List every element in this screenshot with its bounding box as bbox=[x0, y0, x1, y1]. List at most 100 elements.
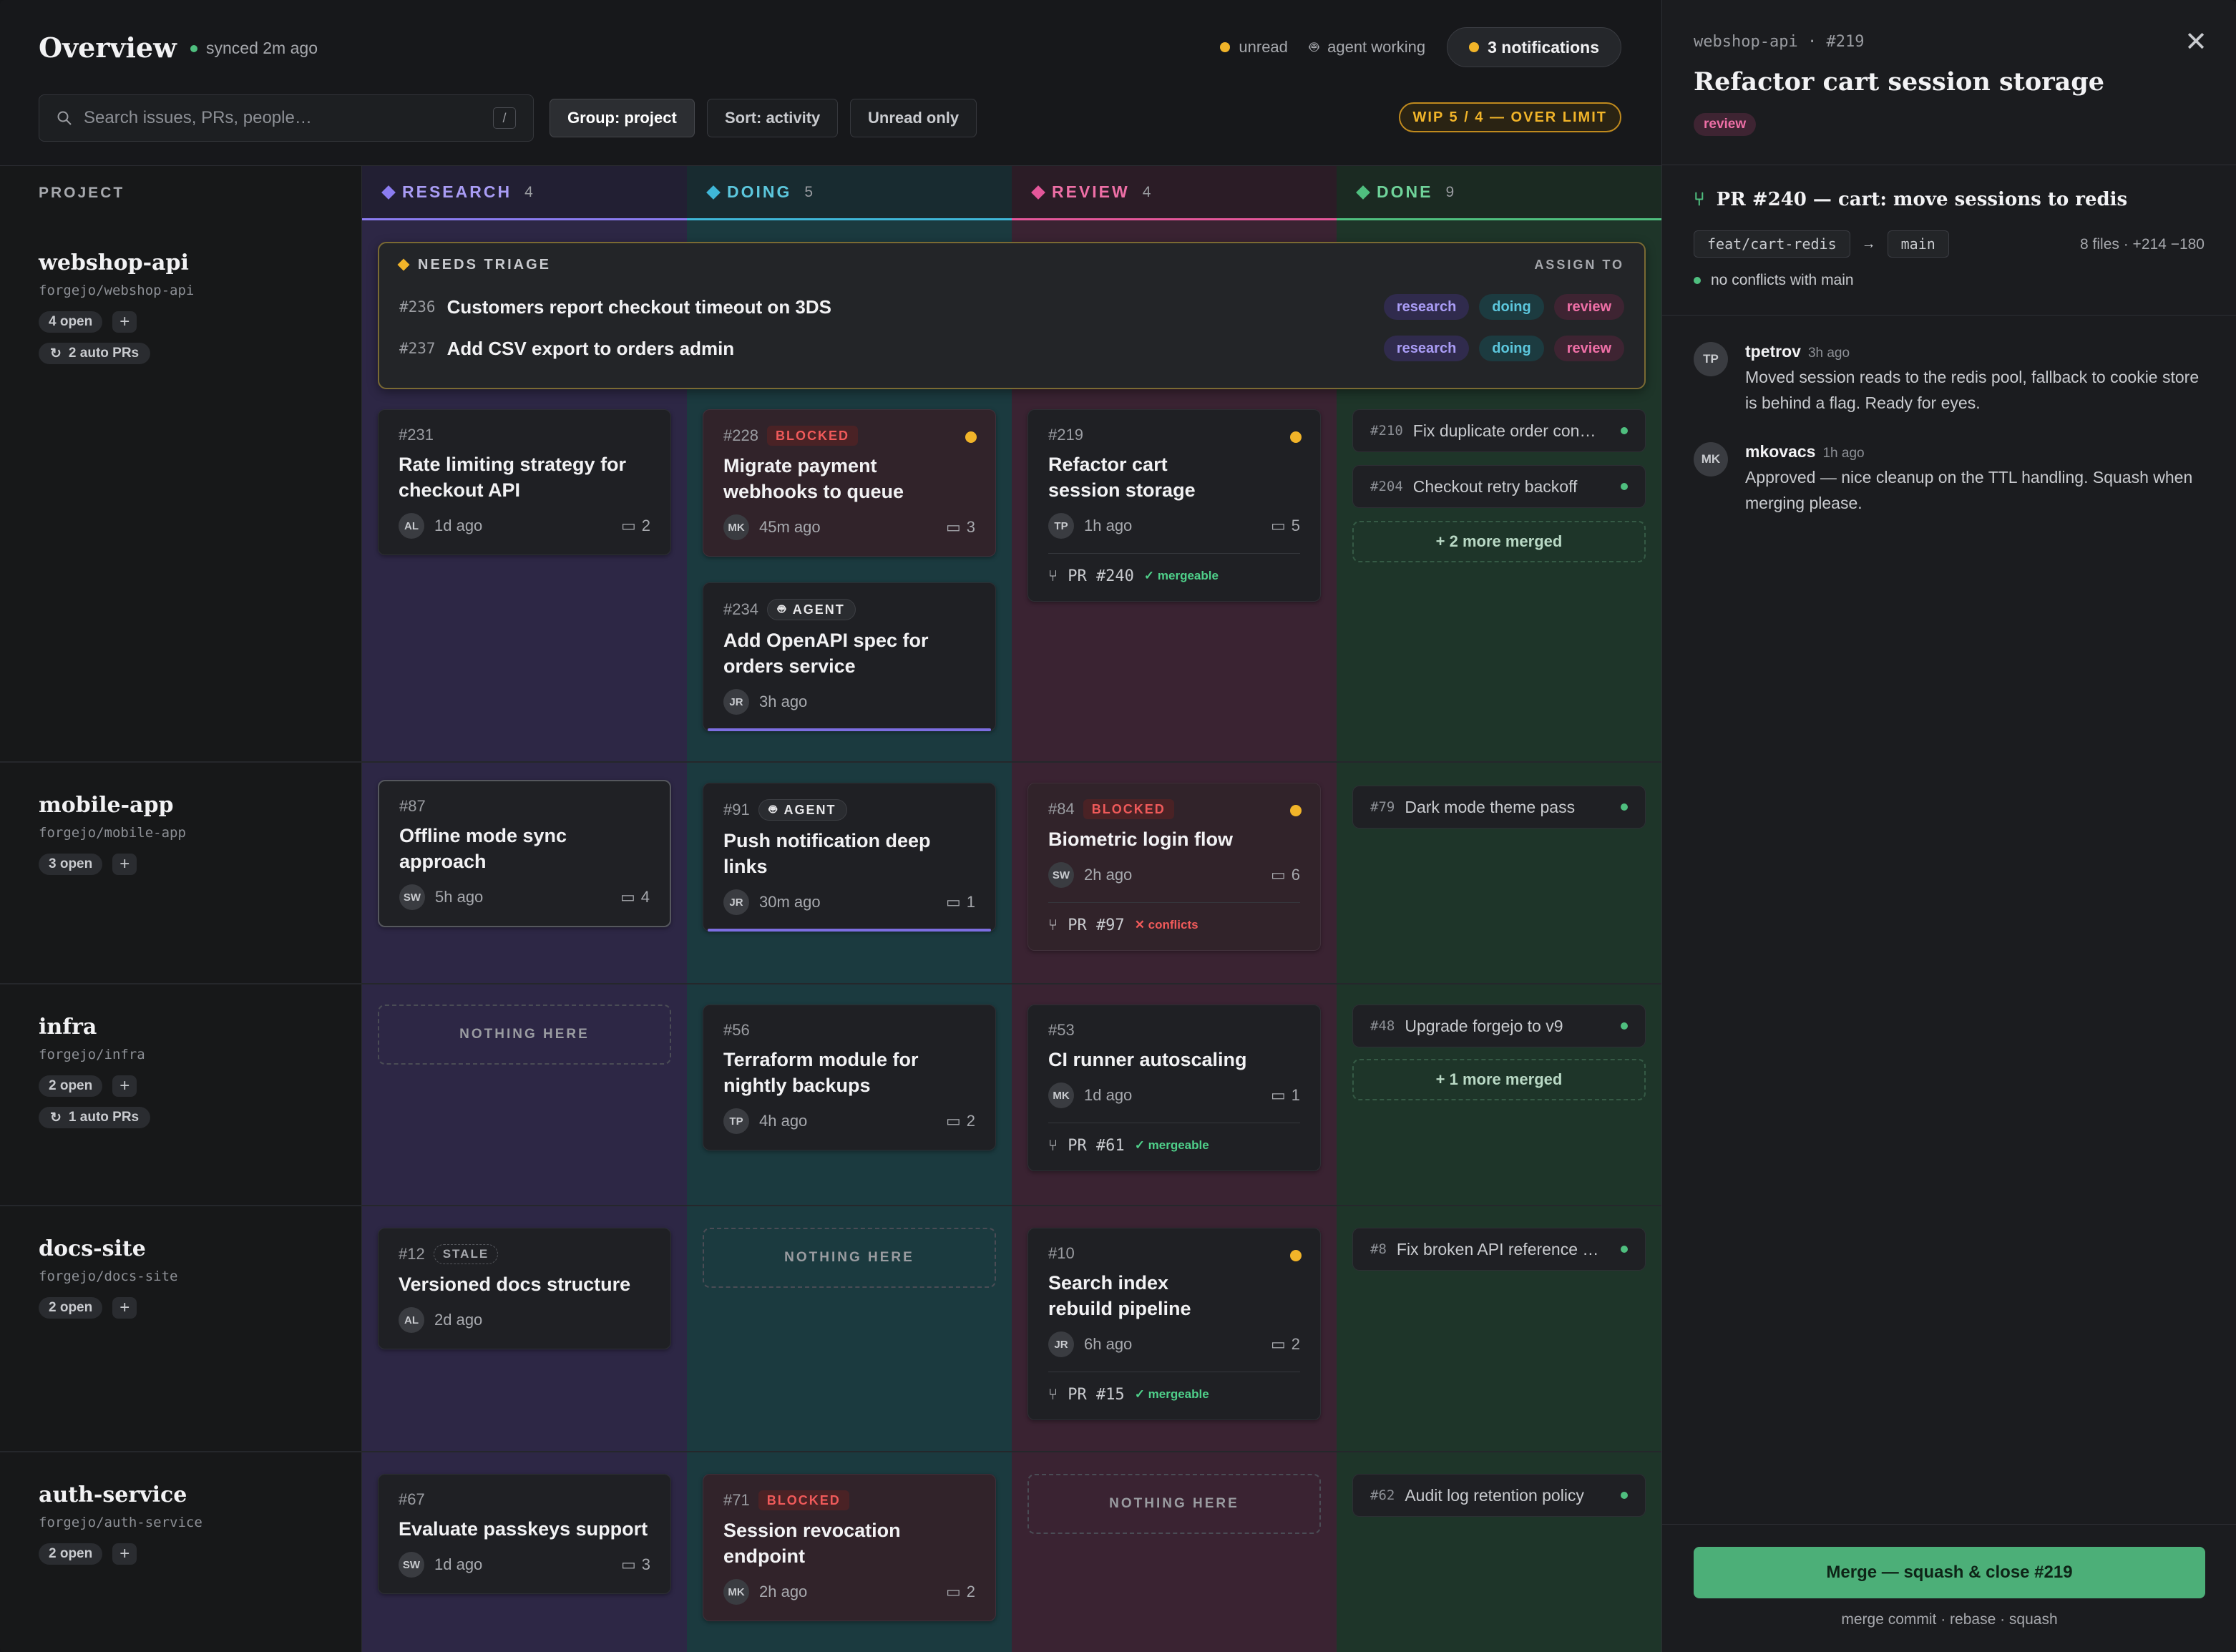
project-name[interactable]: infra bbox=[39, 1015, 361, 1040]
auto-prs-badge: ↻ 2 auto PRs bbox=[39, 343, 151, 364]
pr-link[interactable]: ⑂ PR #61 ✓ mergeable bbox=[1048, 1123, 1300, 1155]
comment-text: Approved — nice cleanup on the TTL handl… bbox=[1745, 468, 2193, 512]
comment-count: ▭ 1 bbox=[1271, 1086, 1300, 1105]
search-placeholder: Search issues, PRs, people… bbox=[84, 108, 312, 127]
auto-prs-label: 1 auto PRs bbox=[68, 1110, 140, 1125]
project-name[interactable]: auth-service bbox=[39, 1482, 361, 1507]
issue-card-71[interactable]: #71 BLOCKED Session revocation endpoint M… bbox=[703, 1474, 996, 1621]
assign-review-button[interactable]: review bbox=[1553, 336, 1624, 361]
issue-card-10[interactable]: #10 Search index rebuild pipeline JR 6h a… bbox=[1027, 1228, 1321, 1420]
issue-card-231[interactable]: #231 Rate limiting strategy for checkout… bbox=[378, 409, 671, 555]
comment: TP tpetrov 3h ago Moved session reads to … bbox=[1694, 342, 2205, 416]
close-icon[interactable]: ✕ bbox=[2184, 26, 2207, 58]
column-label: REVIEW bbox=[1052, 182, 1130, 201]
issue-card-56[interactable]: #56 Terraform module for nightly backups… bbox=[703, 1005, 996, 1150]
doing-diamond-icon bbox=[706, 185, 721, 200]
pr-link[interactable]: ⑂ PR #97 ✕ conflicts bbox=[1048, 902, 1300, 934]
status-badge: review bbox=[1694, 113, 1757, 136]
issue-card-87[interactable]: #87 Offline mode sync approach SW 5h ago ▭… bbox=[378, 780, 671, 927]
source-branch: feat/cart-redis bbox=[1694, 230, 1850, 258]
triage-item-236[interactable]: #236 Customers report checkout timeout o… bbox=[399, 286, 1624, 328]
merged-dot-icon bbox=[1621, 803, 1628, 811]
conflict-status-text: no conflicts with main bbox=[1711, 272, 1854, 288]
issue-card-219[interactable]: #219 Refactor cart session storage TP 1h … bbox=[1027, 409, 1321, 602]
merge-button[interactable]: Merge — squash & close #219 bbox=[1694, 1547, 2205, 1598]
notifications-button[interactable]: 3 notifications bbox=[1447, 27, 1621, 67]
pr-number: PR #97 bbox=[1068, 916, 1125, 934]
avatar: TP bbox=[1048, 513, 1074, 539]
cell-done: #62 Audit log retention policy bbox=[1337, 1452, 1661, 1652]
issue-id: #84 bbox=[1048, 800, 1075, 818]
issue-id: #234 bbox=[723, 600, 758, 618]
cell-review: NOTHING HERE bbox=[1012, 1452, 1337, 1652]
done-item-204[interactable]: #204 Checkout retry backoff bbox=[1352, 465, 1646, 508]
group-filter-button[interactable]: Group: project bbox=[550, 99, 695, 137]
comment-author[interactable]: tpetrov bbox=[1745, 342, 1801, 361]
done-item-48[interactable]: #48 Upgrade forgejo to v9 bbox=[1352, 1005, 1646, 1047]
unread-only-button[interactable]: Unread only bbox=[850, 99, 977, 137]
comment-author[interactable]: mkovacs bbox=[1745, 442, 1815, 461]
assign-doing-button[interactable]: doing bbox=[1479, 336, 1544, 361]
add-issue-button[interactable]: + bbox=[112, 1297, 137, 1319]
project-name[interactable]: webshop-api bbox=[39, 250, 361, 275]
issue-age: 30m ago bbox=[759, 893, 821, 911]
done-item-62[interactable]: #62 Audit log retention policy bbox=[1352, 1474, 1646, 1517]
done-item-79[interactable]: #79 Dark mode theme pass bbox=[1352, 786, 1646, 829]
more-merged-button[interactable]: + 2 more merged bbox=[1352, 521, 1646, 562]
open-count-badge: 2 open bbox=[39, 1543, 103, 1565]
done-item-210[interactable]: #210 Fix duplicate order con… bbox=[1352, 409, 1646, 452]
comment-count: ▭ 3 bbox=[621, 1555, 650, 1574]
auto-prs-label: 2 auto PRs bbox=[68, 346, 140, 361]
assign-doing-button[interactable]: doing bbox=[1479, 294, 1544, 320]
pr-link[interactable]: ⑂ PR #240 ✓ mergeable bbox=[1048, 553, 1300, 585]
app-window: Overview synced 2m ago unread 🤖︎ agent wo… bbox=[0, 0, 2236, 1652]
auto-prs-badge: ↻ 1 auto PRs bbox=[39, 1107, 151, 1128]
avatar: SW bbox=[399, 884, 425, 910]
add-issue-button[interactable]: + bbox=[112, 1543, 137, 1565]
column-count: 5 bbox=[804, 183, 814, 200]
issue-card-234[interactable]: #234 🤖︎ AGENT Add OpenAPI spec for orders … bbox=[703, 582, 996, 731]
project-info: infra forgejo/infra 2 open + ↻ 1 auto PRs bbox=[0, 984, 362, 1205]
page-title: Overview bbox=[39, 31, 177, 64]
pr-link[interactable]: ⑂ PR #15 ✓ mergeable bbox=[1048, 1372, 1300, 1404]
issue-title: Fix broken API reference … bbox=[1396, 1239, 1599, 1258]
search-input[interactable]: Search issues, PRs, people… / bbox=[39, 94, 534, 142]
column-doing[interactable]: DOING 5 bbox=[687, 166, 1012, 220]
column-done[interactable]: DONE 9 bbox=[1337, 166, 1661, 220]
done-item-8[interactable]: #8 Fix broken API reference … bbox=[1352, 1228, 1646, 1271]
issue-card-12[interactable]: #12 STALE Versioned docs structure AL 2d a… bbox=[378, 1228, 671, 1349]
legend-agent-label: agent working bbox=[1327, 38, 1426, 56]
assign-review-button[interactable]: review bbox=[1553, 294, 1624, 320]
add-issue-button[interactable]: + bbox=[112, 854, 137, 875]
add-issue-button[interactable]: + bbox=[112, 311, 137, 333]
comment-number: 1 bbox=[1291, 1086, 1300, 1104]
issue-age: 4h ago bbox=[759, 1112, 808, 1130]
pr-title[interactable]: ⑂ PR #240 — cart: move sessions to redis bbox=[1694, 189, 2127, 210]
merge-alternatives[interactable]: merge commit · rebase · squash bbox=[1662, 1611, 2236, 1628]
board-main: Overview synced 2m ago unread 🤖︎ agent wo… bbox=[0, 0, 1661, 1652]
assign-research-button[interactable]: research bbox=[1383, 294, 1470, 320]
issue-card-67[interactable]: #67 Evaluate passkeys support SW 1d ago ▭ 3 bbox=[378, 1474, 671, 1594]
column-research[interactable]: RESEARCH 4 bbox=[362, 166, 687, 220]
project-name[interactable]: mobile-app bbox=[39, 793, 361, 818]
add-issue-button[interactable]: + bbox=[112, 1075, 137, 1097]
assign-research-button[interactable]: research bbox=[1383, 336, 1470, 361]
issue-card-53[interactable]: #53 CI runner autoscaling MK 1d ago ▭ 1 ⑂ PR… bbox=[1027, 1005, 1321, 1171]
sort-filter-button[interactable]: Sort: activity bbox=[707, 99, 839, 137]
project-row-docs-site: docs-site forgejo/docs-site 2 open + #12 S… bbox=[0, 1206, 1661, 1452]
pr-status: ✓ mergeable bbox=[1143, 569, 1219, 582]
project-name[interactable]: docs-site bbox=[39, 1236, 361, 1261]
robot-icon: 🤖︎ bbox=[777, 601, 787, 616]
unread-dot-icon bbox=[1290, 1250, 1302, 1261]
issue-age: 45m ago bbox=[759, 518, 821, 536]
breadcrumb-repo[interactable]: webshop-api bbox=[1694, 33, 1798, 51]
issue-card-91[interactable]: #91 🤖︎ AGENT Push notification deep links … bbox=[703, 783, 996, 932]
comment-icon: ▭ bbox=[945, 1112, 961, 1130]
column-review[interactable]: REVIEW 4 bbox=[1012, 166, 1337, 220]
issue-card-228[interactable]: #228 BLOCKED Migrate payment webhooks to … bbox=[703, 409, 996, 557]
triage-item-237[interactable]: #237 Add CSV export to orders admin rese… bbox=[399, 328, 1624, 369]
pr-status: ✓ mergeable bbox=[1134, 1138, 1209, 1152]
panel-title: Refactor cart session storage bbox=[1694, 67, 2105, 97]
more-merged-button[interactable]: + 1 more merged bbox=[1352, 1059, 1646, 1100]
issue-card-84[interactable]: #84 BLOCKED Biometric login flow SW 2h ago… bbox=[1027, 783, 1321, 951]
